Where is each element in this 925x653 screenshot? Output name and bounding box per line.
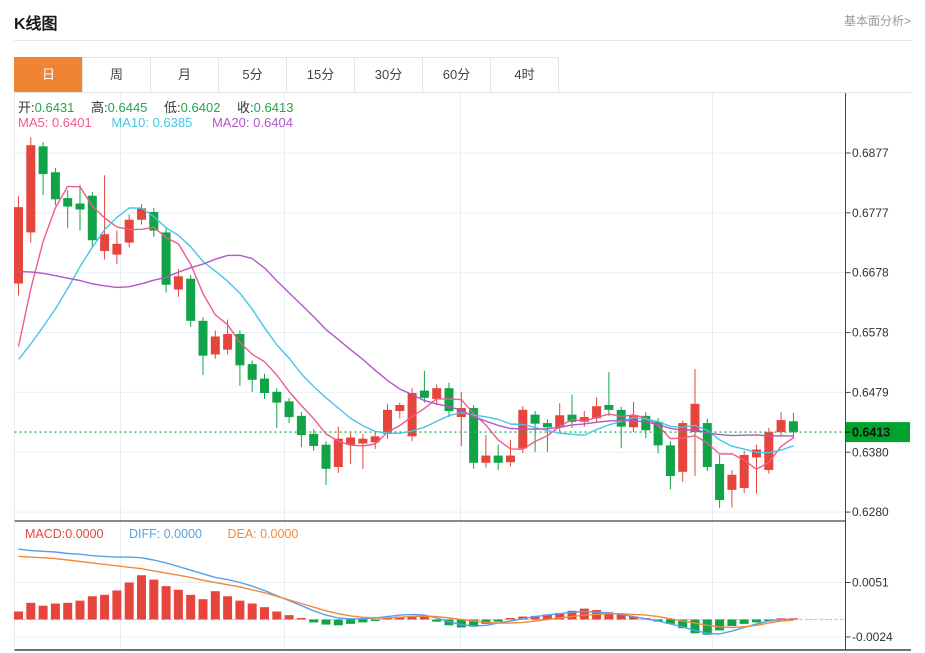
svg-text:0.6777: 0.6777 [852, 206, 889, 220]
open-value: 0.6431 [34, 100, 75, 115]
svg-text:0.6877: 0.6877 [852, 146, 889, 160]
interval-tabs: 日 周 月 5分 15分 30分 60分 4时 [14, 57, 559, 93]
high-value: 0.6445 [107, 100, 148, 115]
tab-4hour[interactable]: 4时 [490, 57, 559, 93]
svg-text:-0.0024: -0.0024 [852, 630, 893, 644]
svg-text:0.6578: 0.6578 [852, 326, 889, 340]
low-label: 低: [164, 100, 181, 115]
high-label: 高: [91, 100, 108, 115]
ohlc-legend: 开:0.6431 高:0.6445 低:0.6402 收:0.6413 [18, 97, 306, 116]
macd-legend: MACD:0.0000 DIFF: 0.0000 DEA: 0.0000 [25, 527, 320, 541]
open-label: 开: [18, 100, 35, 115]
tab-5min[interactable]: 5分 [218, 57, 287, 93]
low-value: 0.6402 [180, 100, 221, 115]
close-label: 收: [237, 100, 254, 115]
tab-week[interactable]: 周 [82, 57, 151, 93]
tab-month[interactable]: 月 [150, 57, 219, 93]
svg-text:0.6380: 0.6380 [852, 445, 889, 459]
kline-widget: K线图 基本面分析> 日 周 月 5分 15分 30分 60分 4时 开:0.6… [0, 0, 925, 653]
ma5-legend: MA5: 0.6401 [18, 115, 92, 130]
tab-60min[interactable]: 60分 [422, 57, 491, 93]
header-divider [14, 40, 911, 41]
svg-text:0.0051: 0.0051 [852, 575, 889, 589]
ma-legend: MA5: 0.6401 MA10: 0.6385 MA20: 0.6404 [18, 115, 309, 130]
ma10-legend: MA10: 0.6385 [111, 115, 193, 130]
svg-text:0.6479: 0.6479 [852, 385, 889, 399]
diff-value-label: DIFF: 0.0000 [129, 527, 202, 541]
close-value: 0.6413 [253, 100, 294, 115]
dea-value-label: DEA: 0.0000 [227, 527, 299, 541]
fundamental-analysis-link[interactable]: 基本面分析> [844, 12, 911, 29]
svg-text:0.6280: 0.6280 [852, 505, 889, 519]
svg-text:0.6678: 0.6678 [852, 266, 889, 280]
ma20-legend: MA20: 0.6404 [211, 115, 293, 130]
tab-day[interactable]: 日 [14, 57, 83, 93]
candlestick-chart[interactable]: 0.6877 0.6777 0.6678 0.6578 0.6479 0.6380 0.62… [0, 93, 925, 520]
svg-text:0.6413: 0.6413 [852, 426, 890, 440]
macd-value-label: MACD:0.0000 [25, 527, 104, 541]
tab-30min[interactable]: 30分 [354, 57, 423, 93]
tab-15min[interactable]: 15分 [286, 57, 355, 93]
page-title: K线图 [14, 16, 58, 33]
